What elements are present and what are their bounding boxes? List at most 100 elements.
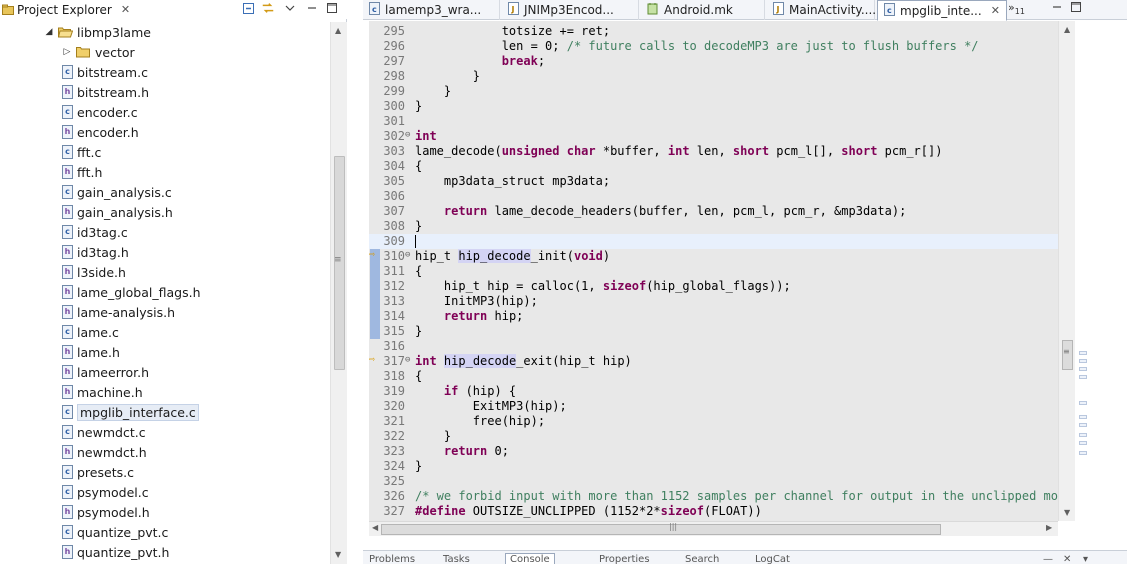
link-with-editor-icon[interactable] bbox=[261, 1, 275, 15]
tree-item[interactable]: h gain_analysis.h bbox=[62, 202, 173, 222]
bottom-panel-tab[interactable]: Console bbox=[505, 553, 555, 564]
code-line[interactable]: 309 bbox=[369, 234, 1058, 249]
code-line[interactable]: 318 { bbox=[369, 369, 1058, 384]
bottom-panel-tab[interactable]: Tasks bbox=[443, 554, 470, 564]
tree-item[interactable]: c psymodel.c bbox=[62, 482, 149, 502]
scroll-down-arrow-icon[interactable]: ▼ bbox=[1064, 508, 1070, 517]
code-line[interactable]: 327 #define OUTSIZE_UNCLIPPED (1152*2*siz… bbox=[369, 504, 1058, 519]
tree-item[interactable]: c lame.c bbox=[62, 322, 119, 342]
tree-item[interactable]: c fft.c bbox=[62, 142, 101, 162]
bottom-panel-tab[interactable]: Properties bbox=[599, 554, 650, 564]
editor-horizontal-scrollbar[interactable]: ◀ ||| ▶ bbox=[369, 521, 1058, 536]
scroll-up-arrow-icon[interactable]: ▲ bbox=[1064, 25, 1070, 34]
code-line[interactable]: 297 break; bbox=[369, 54, 1058, 69]
code-line[interactable]: 299 } bbox=[369, 84, 1058, 99]
code-line[interactable]: 307 return lame_decode_headers(buffer, l… bbox=[369, 204, 1058, 219]
tree-item[interactable]: c id3tag.c bbox=[62, 222, 128, 242]
tree-item[interactable]: h newmdct.h bbox=[62, 442, 147, 462]
collapse-arrow-icon[interactable]: ◢ bbox=[44, 27, 54, 37]
code-line[interactable]: 323 return 0; bbox=[369, 444, 1058, 459]
code-line[interactable]: 326 /* we forbid input with more than 115… bbox=[369, 489, 1058, 504]
close-icon[interactable]: ✕ bbox=[991, 4, 1000, 17]
code-line[interactable]: 305 mp3data_struct mp3data; bbox=[369, 174, 1058, 189]
code-line[interactable]: 300} bbox=[369, 99, 1058, 114]
code-line[interactable]: ⇨ 317 ⊖ int hip_decode_exit(hip_t hip) bbox=[369, 354, 1058, 369]
tree-item[interactable]: h lameerror.h bbox=[62, 362, 149, 382]
fold-toggle-icon[interactable]: ⊖ bbox=[405, 355, 410, 365]
bottom-panel-tab[interactable]: LogCat bbox=[755, 554, 790, 564]
project-explorer-tab[interactable]: Project Explorer ✕ bbox=[0, 0, 130, 19]
scroll-down-arrow-icon[interactable]: ▼ bbox=[335, 550, 341, 559]
code-line[interactable]: 311 { bbox=[369, 264, 1058, 279]
minimize-icon[interactable] bbox=[1051, 1, 1063, 16]
code-line[interactable]: 303 lame_decode(unsigned char *buffer, in… bbox=[369, 144, 1058, 159]
collapse-all-icon[interactable] bbox=[241, 1, 255, 15]
overview-occurrence-mark[interactable] bbox=[1079, 367, 1087, 371]
tree-item[interactable]: ▷ vector bbox=[62, 42, 135, 62]
overview-occurrence-mark[interactable] bbox=[1079, 375, 1087, 379]
editor-tab[interactable]: c lamemp3_wra... bbox=[363, 0, 500, 20]
tree-item[interactable]: h lame_global_flags.h bbox=[62, 282, 201, 302]
code-line[interactable]: 314 return hip; bbox=[369, 309, 1058, 324]
bottom-panel-tab[interactable]: Search bbox=[685, 554, 719, 564]
tree-item[interactable]: h psymodel.h bbox=[62, 502, 150, 522]
maximize-icon[interactable] bbox=[1070, 1, 1082, 16]
code-line[interactable]: 321 free(hip); bbox=[369, 414, 1058, 429]
tree-item[interactable]: h lame-analysis.h bbox=[62, 302, 175, 322]
overview-occurrence-mark[interactable] bbox=[1079, 415, 1087, 419]
fold-toggle-icon[interactable]: ⊖ bbox=[405, 130, 410, 140]
code-line[interactable]: 308} bbox=[369, 219, 1058, 234]
overview-occurrence-mark[interactable] bbox=[1079, 401, 1087, 405]
tree-item[interactable]: h machine.h bbox=[62, 382, 143, 402]
tree-item[interactable]: h bitstream.h bbox=[62, 82, 149, 102]
tree-item[interactable]: h lame.h bbox=[62, 342, 120, 362]
overview-occurrence-mark[interactable] bbox=[1079, 359, 1087, 363]
tree-item[interactable]: ◢ libmp3lame bbox=[44, 22, 151, 42]
code-line[interactable]: 312 hip_t hip = calloc(1, sizeof(hip_glo… bbox=[369, 279, 1058, 294]
scrollbar-thumb[interactable] bbox=[381, 524, 941, 535]
tree-item[interactable]: h quantize_pvt.h bbox=[62, 542, 169, 562]
tree-item[interactable]: c encoder.c bbox=[62, 102, 138, 122]
expand-arrow-icon[interactable]: ▷ bbox=[62, 47, 72, 57]
code-line[interactable]: 302 ⊖ int bbox=[369, 129, 1058, 144]
code-line[interactable]: 306 bbox=[369, 189, 1058, 204]
tree-item[interactable]: c bitstream.c bbox=[62, 62, 148, 82]
overview-occurrence-mark[interactable] bbox=[1079, 423, 1087, 427]
overview-occurrence-mark[interactable] bbox=[1079, 441, 1087, 445]
tree-item[interactable]: h encoder.h bbox=[62, 122, 139, 142]
code-line[interactable]: 301 bbox=[369, 114, 1058, 129]
tree-item[interactable]: h id3tag.h bbox=[62, 242, 129, 262]
code-line[interactable]: 315} bbox=[369, 324, 1058, 339]
editor-tab[interactable]: c mpglib_inte... ✕ bbox=[877, 0, 1007, 21]
tree-item[interactable]: c gain_analysis.c bbox=[62, 182, 172, 202]
code-line[interactable]: 298 } bbox=[369, 69, 1058, 84]
editor-vertical-scrollbar[interactable]: ▲ ≡ ▼ bbox=[1058, 21, 1075, 521]
tree-item[interactable]: c mpglib_interface.c bbox=[62, 402, 199, 422]
close-icon[interactable]: ✕ bbox=[1063, 554, 1071, 564]
code-area[interactable]: 295 totsize += ret; 296 len = 0; /* futur… bbox=[369, 21, 1058, 521]
bottom-panel-tab[interactable]: Problems bbox=[369, 554, 415, 564]
code-line[interactable]: 296 len = 0; /* future calls to decodeMP… bbox=[369, 39, 1058, 54]
scroll-left-arrow-icon[interactable]: ◀ bbox=[372, 523, 378, 532]
view-menu-icon[interactable] bbox=[281, 1, 299, 15]
overview-occurrence-mark[interactable] bbox=[1079, 433, 1087, 437]
scroll-up-arrow-icon[interactable]: ▲ bbox=[335, 26, 341, 35]
minimize-icon[interactable]: — bbox=[1043, 554, 1053, 564]
code-line[interactable]: 316 bbox=[369, 339, 1058, 354]
editor-tab[interactable]: J JNIMp3Encod... bbox=[502, 0, 639, 20]
tab-overflow-button[interactable]: »11 bbox=[1008, 1, 1025, 16]
tree-item[interactable]: c presets.c bbox=[62, 462, 134, 482]
overview-occurrence-mark[interactable] bbox=[1079, 451, 1087, 455]
tree-item[interactable]: c newmdct.c bbox=[62, 422, 146, 442]
tree-item[interactable]: h fft.h bbox=[62, 162, 102, 182]
code-line[interactable]: 319 if (hip) { bbox=[369, 384, 1058, 399]
overview-ruler[interactable] bbox=[1075, 21, 1091, 521]
code-line[interactable]: 324} bbox=[369, 459, 1058, 474]
code-line[interactable]: ⇨ 310 ⊖ hip_t hip_decode_init(void) bbox=[369, 249, 1058, 264]
code-line[interactable]: 295 totsize += ret; bbox=[369, 24, 1058, 39]
code-line[interactable]: 313 InitMP3(hip); bbox=[369, 294, 1058, 309]
maximize-icon[interactable] bbox=[325, 1, 339, 15]
fold-toggle-icon[interactable]: ⊖ bbox=[405, 250, 410, 260]
code-line[interactable]: 325 bbox=[369, 474, 1058, 489]
view-menu-icon[interactable]: ▾ bbox=[1083, 554, 1088, 564]
